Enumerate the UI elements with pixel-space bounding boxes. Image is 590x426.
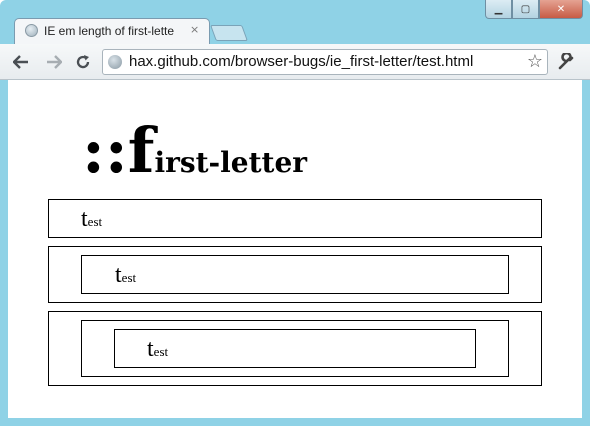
tab-close-icon[interactable]: × [190,23,199,36]
new-tab-button[interactable] [210,25,248,41]
maximize-button[interactable]: ▢ [512,0,539,19]
star-icon[interactable]: ☆ [527,51,543,72]
test-box-outer-1: test [48,199,542,238]
test-box-inner-2: test [81,255,509,294]
test-box-outer-3: test [48,311,542,386]
site-globe-icon [108,55,122,69]
test-box-inner-3: test [114,329,476,368]
page-heading: ::first-letter [82,114,308,187]
back-arrow-icon[interactable] [10,51,32,73]
test-box-outer-2: test [48,246,542,303]
wrench-icon[interactable] [556,51,576,73]
address-bar[interactable]: hax.github.com/browser-bugs/ie_first-let… [102,49,548,75]
active-tab[interactable]: IE em length of first-lette × [14,18,210,44]
test-box-middle-3: test [81,320,509,377]
page-content: ::first-letter test test test [8,80,582,418]
page-favicon-icon [25,24,38,37]
window-controls: ▁ ▢ ✕ [485,0,583,19]
minimize-button[interactable]: ▁ [485,0,512,19]
forward-arrow-icon[interactable] [43,51,65,73]
tab-title: IE em length of first-lette [44,24,175,38]
url-text[interactable]: hax.github.com/browser-bugs/ie_first-let… [129,53,473,70]
test-text: test [147,336,169,362]
test-text: test [81,206,103,232]
reload-icon[interactable] [72,51,94,73]
title-bar: IE em length of first-lette × ▁ ▢ ✕ [0,0,590,44]
browser-toolbar: hax.github.com/browser-bugs/ie_first-let… [0,44,590,80]
test-text: test [115,262,137,288]
close-window-button[interactable]: ✕ [539,0,583,19]
browser-window: IE em length of first-lette × ▁ ▢ ✕ hax.… [0,0,590,426]
